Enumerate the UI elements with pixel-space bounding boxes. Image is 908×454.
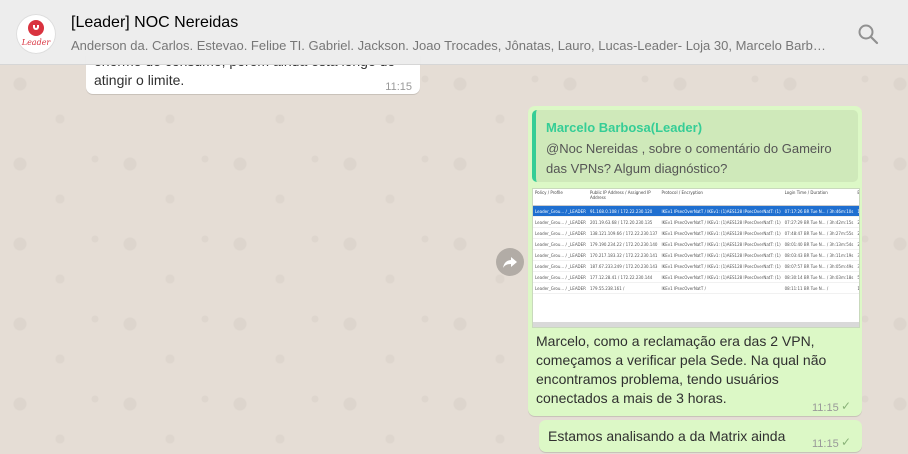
table-cell: IKEv1 IPsecOverNatT / IKEv1: (1)AES128 I… [659,205,783,217]
table-cell: 138.121.109.66 / 172.22.230.137 [587,227,660,239]
table-header-cell: Policy / Profile [533,189,588,206]
table-row: Leader_Grou... / _LEADER 91.168.0.108 / 1… [533,205,859,217]
table-cell: Leader_Grou... / _LEADER [533,227,588,239]
table-cell: 179.190.234.22 / 172.20.230.140 [587,238,660,250]
table-row: Leader_Grou... / _LEADER 187.67.233.249 /… [533,260,859,272]
message-text: Marcelo, como a reclamação era das 2 VPN… [536,333,827,406]
table-cell: IKEv1 IPsecOverNatT / IKEv1: (1)AES128 I… [659,249,783,261]
heart-icon [28,20,44,36]
message-outgoing-with-media[interactable]: Marcelo Barbosa(Leader) @Noc Nereidas , … [528,106,862,416]
message-time: 11:15 [812,402,839,414]
read-check-icon: ✓ [841,399,852,413]
table-row: Leader_Grou... / _LEADER 179.55.238.161 /… [533,282,859,294]
table-cell: 23532013 / 76637547 [855,216,859,228]
table-cell: Leader_Grou... / _LEADER [533,271,588,283]
message-time: 11:15 [812,438,839,450]
read-check-icon: ✓ [841,435,852,449]
vpn-sessions-table: Policy / Profile Public IP Address / Assi… [533,189,859,294]
table-cell: IKEv1 IPsecOverNatT / IKEv1: (1)AES128 I… [659,271,783,283]
table-cell: 29339453 / 4078592 [855,238,859,250]
message-text: atingir o limite. [94,72,185,88]
table-cell: 07:17:26 BR Tue N... / 3h:46m:10s [782,205,856,217]
table-cell: 07:27:29 BR Tue N... / 3h:42m:15s [782,216,856,228]
table-cell: 35355242 / 4091583 [855,260,859,272]
table-row: Leader_Grou... / _LEADER 138.121.109.66 /… [533,227,859,239]
table-cell: 07:48:47 BR Tue N... / 3h:27m:55s [782,227,856,239]
table-cell: Leader_Grou... / _LEADER [533,249,588,261]
table-cell: Leader_Grou... / _LEADER [533,216,588,228]
table-cell: 37678999 / 6729070 [855,249,859,261]
header-shadow-clip [86,50,420,65]
table-cell: 53851442 / 179338893 [855,271,859,283]
table-header-cell: Bytes Tx / Bytes Rx [855,189,859,206]
forward-icon [503,257,517,268]
table-row: Leader_Grou... / _LEADER 179.190.234.22 /… [533,238,859,250]
avatar-logo-text: Leader [21,38,51,47]
table-cell: IKEv1 IPsecOverNatT / [659,282,783,294]
table-header-cell: Protocol / Encryption [659,189,783,206]
table-header-cell: Public IP Address / Assigned IP Address [587,189,660,206]
table-cell: 222989775 / 79466520 [855,227,859,239]
group-avatar[interactable]: Leader [16,14,56,54]
table-row: Leader_Grou... / _LEADER 177.12.28.41 / 1… [533,271,859,283]
message-time: 11:15 [385,81,412,93]
table-cell: Leader_Grou... / _LEADER [533,238,588,250]
table-cell: 18943064 / 3305841 [855,205,859,217]
table-row: Leader_Grou... / _LEADER 201.19.63.68 / 1… [533,216,859,228]
table-cell: 177.12.28.41 / 172.22.230.144 [587,271,660,283]
table-cell: 201.19.63.68 / 172.20.230.135 [587,216,660,228]
attached-screenshot[interactable]: Policy / Profile Public IP Address / Assi… [532,188,860,328]
table-cell: IKEv1 IPsecOverNatT / IKEv1: (1)AES128 I… [659,227,783,239]
table-cell: IKEv1 IPsecOverNatT / IKEv1: (1)AES128 I… [659,216,783,228]
message-text: Estamos analisando a da Matrix ainda [548,428,786,444]
quote-text: @Noc Nereidas , sobre o comentário do Ga… [546,141,832,176]
table-cell: Leader_Grou... / _LEADER [533,205,588,217]
search-button[interactable] [856,22,880,46]
table-cell: IKEv1 IPsecOverNatT / IKEv1: (1)AES128 I… [659,238,783,250]
table-cell: Leader_Grou... / _LEADER [533,282,588,294]
screenshot-scrollbar [533,322,859,327]
table-cell: 179.55.238.161 / [587,282,660,294]
table-cell: 187.67.233.249 / 172.20.230.143 [587,260,660,272]
table-cell: 170.217.183.32 / 172.22.230.141 [587,249,660,261]
table-row: Leader_Grou... / _LEADER 170.217.183.32 /… [533,249,859,261]
table-cell: 91.168.0.108 / 172.22.230.120 [587,205,660,217]
table-cell: 08:30:14 BR Tue N... / 3h:03m:18s [782,271,856,283]
table-cell: 08:01:40 BR Tue N... / 3h:13m:54s [782,238,856,250]
message-outgoing[interactable]: Estamos analisando a da Matrix ainda 11:… [539,420,862,452]
table-cell: 08:03:43 BR Tue N... / 3h:11m:19s [782,249,856,261]
search-icon [858,24,879,45]
table-header-cell: Login Time / Duration [782,189,856,206]
chat-title[interactable]: [Leader] NOC Nereidas [71,14,238,32]
table-cell: 08:11:11 BR Tue N... / [782,282,856,294]
table-cell: 08:07:57 BR Tue N... / 3h:05m:49s [782,260,856,272]
quote-author: Marcelo Barbosa(Leader) [546,120,703,135]
table-cell: 14449944 / [855,282,859,294]
table-cell: Leader_Grou... / _LEADER [533,260,588,272]
forward-button[interactable] [496,248,524,276]
table-cell: IKEv1 IPsecOverNatT / IKEv1: (1)AES128 I… [659,260,783,272]
quoted-message[interactable]: Marcelo Barbosa(Leader) @Noc Nereidas , … [532,110,858,182]
